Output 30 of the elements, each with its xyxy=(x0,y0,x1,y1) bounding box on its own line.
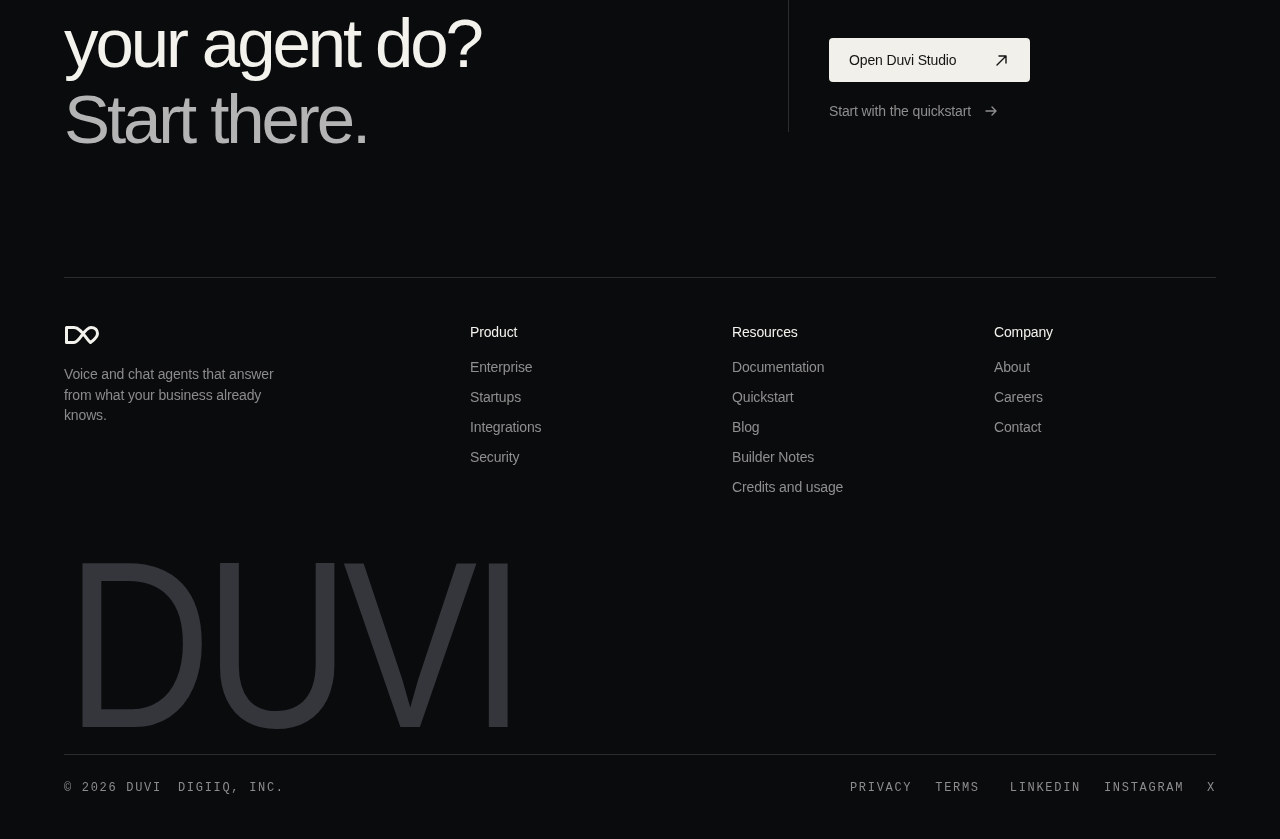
social-link[interactable]: LINKEDIN xyxy=(1009,780,1081,796)
open-studio-button[interactable]: Open Duvi Studio xyxy=(829,38,1030,82)
arrow-up-right-icon xyxy=(996,54,1007,66)
social-link[interactable]: X xyxy=(1207,780,1216,796)
footer-link[interactable]: Enterprise xyxy=(470,357,533,377)
footer-link[interactable]: Contact xyxy=(994,417,1042,437)
footer-link[interactable]: Builder Notes xyxy=(732,447,815,467)
quickstart-link[interactable]: Start with the quickstart xyxy=(829,101,997,121)
social-link[interactable]: INSTAGRAM xyxy=(1103,780,1185,796)
footer-link[interactable]: Integrations xyxy=(470,417,542,437)
footer-link[interactable]: Careers xyxy=(994,387,1043,407)
legal-link[interactable]: PRIVACY xyxy=(849,780,913,796)
footer-link[interactable]: Credits and usage xyxy=(732,477,844,497)
footer-link[interactable]: About xyxy=(994,357,1030,377)
logo-icon[interactable] xyxy=(64,325,100,345)
tagline-text: Voice and chat agents that answer from what your business already knows. xyxy=(64,365,275,425)
footer-link[interactable]: Quickstart xyxy=(732,387,794,407)
company-text: DIGIIQ, INC. xyxy=(177,780,285,796)
footer-link[interactable]: Documentation xyxy=(732,357,825,377)
footer-link[interactable]: Security xyxy=(470,447,520,467)
column-heading: Resources xyxy=(732,323,798,342)
headline-text: your agent do? xyxy=(64,6,483,82)
column-heading: Product xyxy=(470,323,518,342)
headline-text: Start there. xyxy=(64,82,370,158)
arrow-right-icon xyxy=(985,106,997,116)
legal-link[interactable]: TERMS xyxy=(935,780,980,796)
copyright-text: © 2026 DUVI xyxy=(64,780,162,796)
footer-link[interactable]: Startups xyxy=(470,387,522,407)
column-heading: Company xyxy=(994,323,1053,342)
footer-link[interactable]: Blog xyxy=(732,417,760,437)
